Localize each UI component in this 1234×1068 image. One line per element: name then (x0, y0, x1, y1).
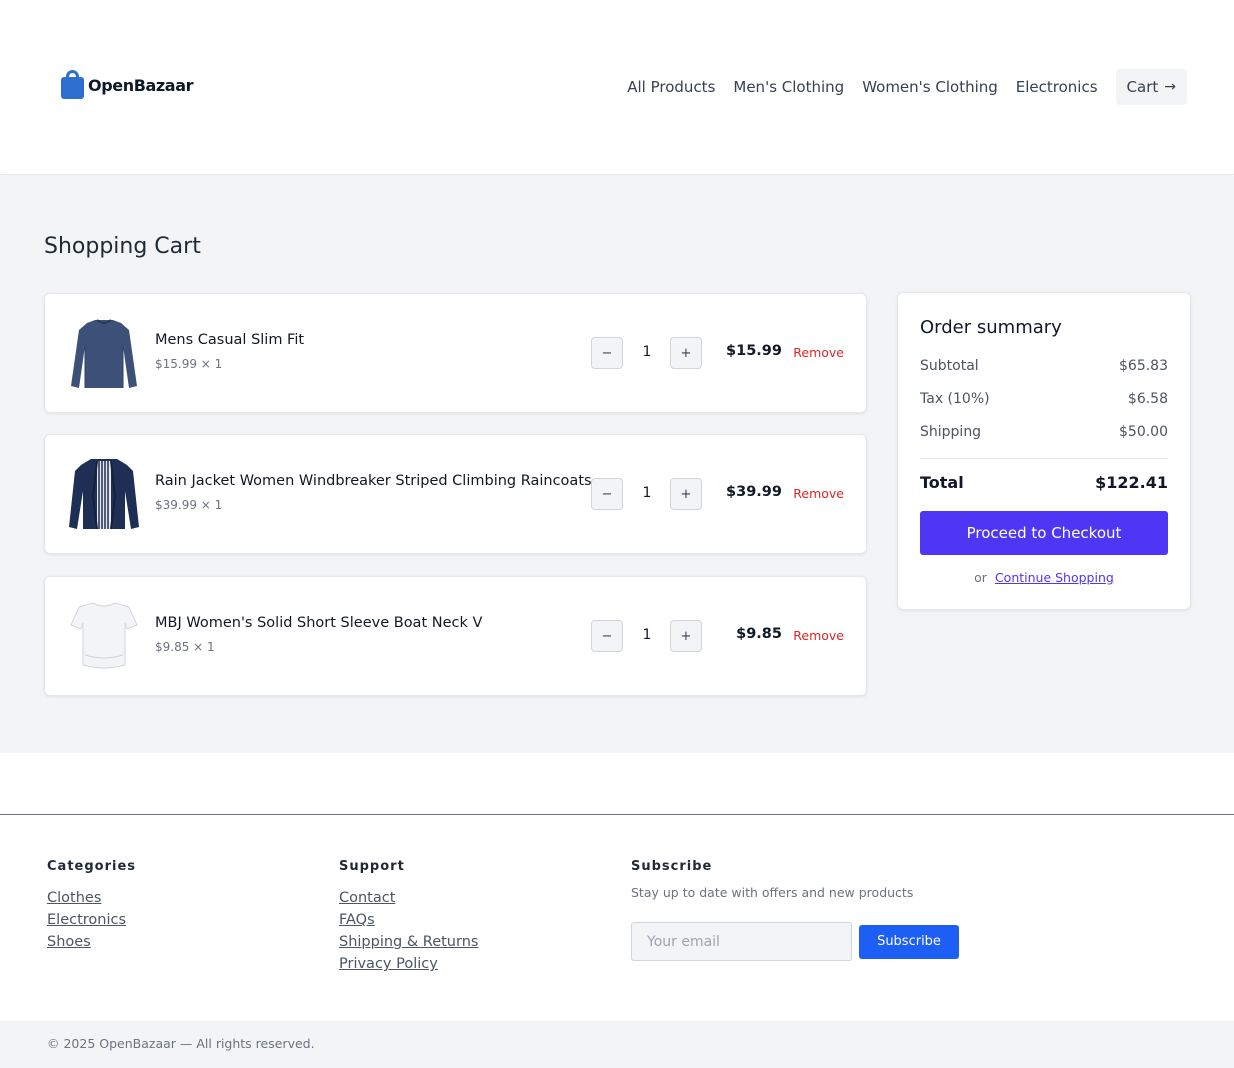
cart-button-label: Cart (1126, 78, 1159, 96)
tax-row: Tax (10%) $6.58 (920, 391, 1168, 407)
summary-divider (920, 458, 1168, 459)
product-image[interactable] (67, 316, 141, 390)
continue-shopping-link[interactable]: Continue Shopping (995, 570, 1114, 585)
main-nav: All Products Men's Clothing Women's Clot… (609, 69, 1187, 105)
item-quantity: 1 (642, 344, 652, 360)
item-line-total: $15.99 (726, 343, 782, 359)
remove-item-button[interactable]: Remove (793, 486, 844, 501)
product-image[interactable] (67, 457, 141, 531)
item-name[interactable]: Mens Casual Slim Fit (155, 332, 304, 348)
subtotal-row: Subtotal $65.83 (920, 358, 1168, 374)
footer-link-clothes[interactable]: Clothes (47, 887, 136, 909)
subscribe-form: Subscribe (631, 922, 959, 961)
footer-subscribe: Subscribe Stay up to date with offers an… (631, 859, 913, 900)
item-name[interactable]: MBJ Women's Solid Short Sleeve Boat Neck… (155, 615, 482, 631)
brand-name: OpenBazaar (88, 75, 194, 95)
cart-item: MBJ Women's Solid Short Sleeve Boat Neck… (44, 576, 867, 696)
copyright-bar: © 2025 OpenBazaar — All rights reserved. (0, 1021, 1234, 1068)
nav-electronics[interactable]: Electronics (1016, 78, 1098, 96)
item-line-total: $39.99 (726, 484, 782, 500)
tax-value: $6.58 (1127, 391, 1168, 407)
footer-subscribe-title: Subscribe (631, 859, 713, 874)
footer-categories: Categories Clothes Electronics Shoes (47, 859, 136, 953)
footer-divider (0, 814, 1234, 815)
continue-shopping-line: or Continue Shopping (898, 570, 1190, 585)
footer-support: Support Contact FAQs Shipping & Returns … (339, 859, 478, 975)
increase-quantity-button[interactable]: + (670, 478, 702, 510)
shipping-value: $50.00 (1119, 424, 1168, 440)
footer-support-title: Support (339, 859, 405, 874)
decrease-quantity-button[interactable]: − (591, 478, 623, 510)
remove-item-button[interactable]: Remove (793, 345, 844, 360)
email-input[interactable] (631, 922, 852, 961)
subscribe-description: Stay up to date with offers and new prod… (631, 885, 914, 900)
page-title: Shopping Cart (44, 234, 201, 259)
item-quantity: 1 (642, 485, 652, 501)
item-line-total: $9.85 (736, 626, 782, 642)
footer-link-shoes[interactable]: Shoes (47, 931, 136, 953)
increase-quantity-button[interactable]: + (670, 337, 702, 369)
brand-logo[interactable]: OpenBazaar (60, 70, 193, 100)
subtotal-label: Subtotal (920, 358, 979, 374)
item-unit-price: $9.85 × 1 (155, 640, 215, 654)
item-quantity: 1 (642, 627, 652, 643)
proceed-to-checkout-button[interactable]: Proceed to Checkout (920, 511, 1168, 555)
increase-quantity-button[interactable]: + (670, 620, 702, 652)
footer-categories-title: Categories (47, 859, 137, 874)
footer-link-electronics[interactable]: Electronics (47, 909, 136, 931)
total-row: Total $122.41 (920, 473, 1168, 492)
arrow-right-icon: → (1164, 79, 1176, 95)
footer-link-contact[interactable]: Contact (339, 887, 478, 909)
cart-item: Rain Jacket Women Windbreaker Striped Cl… (44, 434, 867, 554)
item-name[interactable]: Rain Jacket Women Windbreaker Striped Cl… (155, 473, 592, 489)
decrease-quantity-button[interactable]: − (591, 620, 623, 652)
product-image[interactable] (67, 599, 141, 673)
footer-link-faqs[interactable]: FAQs (339, 909, 478, 931)
footer-link-shipping-returns[interactable]: Shipping & Returns (339, 931, 478, 953)
cart-item: Mens Casual Slim Fit $15.99 × 1 − 1 + $1… (44, 293, 867, 413)
nav-all-products[interactable]: All Products (627, 78, 715, 96)
shopping-bag-icon (60, 70, 84, 100)
cart-button[interactable]: Cart → (1115, 69, 1187, 105)
footer-link-privacy-policy[interactable]: Privacy Policy (339, 953, 478, 975)
total-value: $122.41 (1095, 473, 1168, 492)
subtotal-value: $65.83 (1119, 358, 1168, 374)
item-unit-price: $15.99 × 1 (155, 357, 223, 371)
remove-item-button[interactable]: Remove (793, 628, 844, 643)
nav-womens-clothing[interactable]: Women's Clothing (862, 78, 998, 96)
order-summary-title: Order summary (920, 317, 1062, 338)
copyright-text: © 2025 OpenBazaar — All rights reserved. (47, 1036, 315, 1051)
nav-mens-clothing[interactable]: Men's Clothing (733, 78, 844, 96)
decrease-quantity-button[interactable]: − (591, 337, 623, 369)
shipping-label: Shipping (920, 424, 982, 440)
subscribe-button[interactable]: Subscribe (859, 924, 959, 959)
tax-label: Tax (10%) (920, 391, 990, 407)
site-header: OpenBazaar All Products Men's Clothing W… (0, 0, 1234, 175)
cart-page: Shopping Cart Mens Casual Slim Fit $15.9… (0, 176, 1234, 753)
total-label: Total (920, 473, 964, 492)
or-text: or (974, 570, 987, 585)
order-summary: Order summary Subtotal $65.83 Tax (10%) … (897, 292, 1191, 610)
item-unit-price: $39.99 × 1 (155, 498, 223, 512)
shipping-row: Shipping $50.00 (920, 424, 1168, 440)
